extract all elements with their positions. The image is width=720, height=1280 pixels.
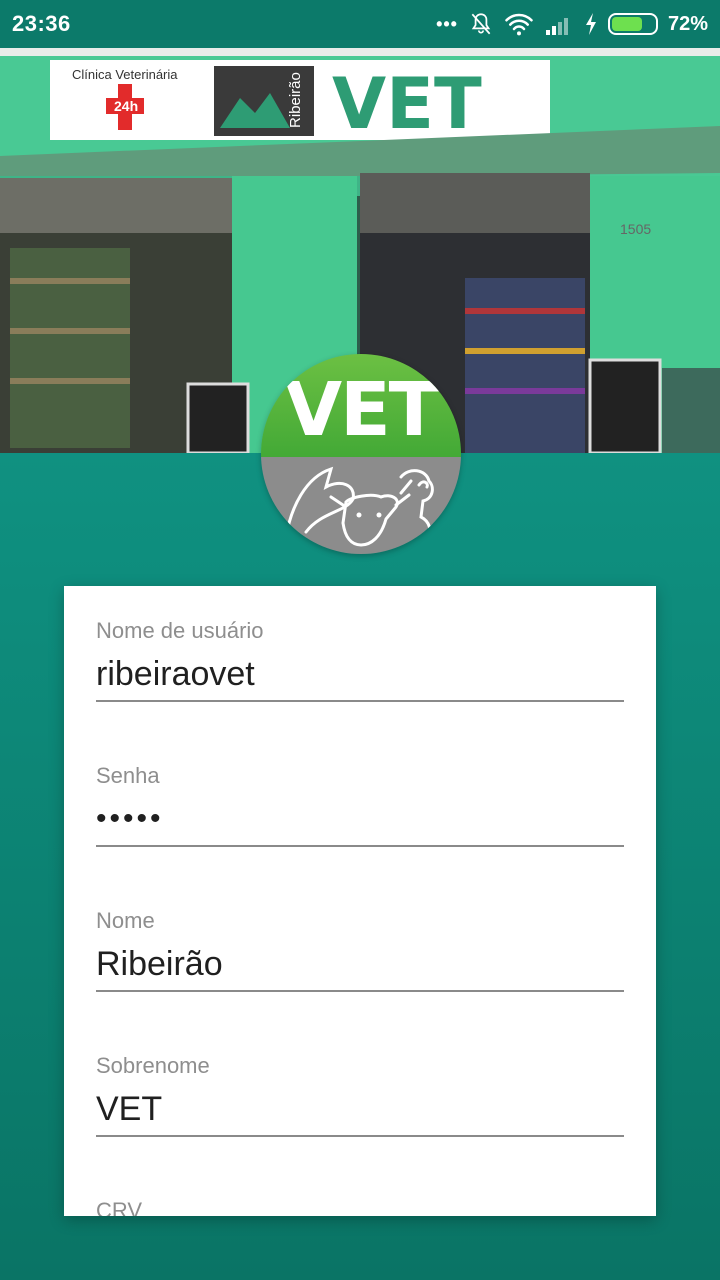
logo-text: VET [284, 366, 439, 453]
last-name-field[interactable]: Sobrenome VET [96, 1053, 624, 1137]
last-name-label: Sobrenome [96, 1053, 210, 1078]
username-label: Nome de usuário [96, 618, 264, 643]
status-time: 23:36 [12, 11, 71, 36]
register-form-card: Nome de usuário ribeiraovet Senha ••••• Nome… [64, 586, 656, 1216]
battery-percent: 72% [667, 12, 708, 35]
badge-24h: 24h [114, 98, 138, 114]
status-icons: ••• 72% [436, 11, 708, 37]
crv-label: CRV [96, 1198, 143, 1216]
username-underline [96, 700, 624, 702]
password-underline [96, 845, 624, 847]
battery-icon [607, 13, 658, 35]
first-name-input[interactable]: Ribeirão [96, 938, 624, 990]
wifi-icon [505, 13, 533, 36]
brand-small-text: Ribeirão [287, 72, 304, 128]
bell-off-icon [471, 13, 491, 35]
first-name-label: Nome [96, 908, 155, 933]
clinic-sign-text: Clínica Veterinária [72, 67, 178, 82]
street-number: 1505 [620, 221, 651, 237]
app-logo: VET [261, 354, 461, 554]
password-label: Senha [96, 763, 160, 788]
crv-field[interactable]: CRV [96, 1198, 624, 1216]
username-input[interactable]: ribeiraovet [96, 648, 624, 700]
animals-illustration [261, 457, 461, 554]
brand-big-text: VET [332, 63, 482, 145]
status-bar: 23:36 ••• 72% [0, 0, 720, 48]
password-input[interactable]: ••••• [96, 793, 624, 845]
last-name-input[interactable]: VET [96, 1083, 624, 1135]
charging-icon [585, 13, 596, 35]
username-field[interactable]: Nome de usuário ribeiraovet [96, 618, 624, 702]
signal-icon [545, 18, 568, 35]
password-field[interactable]: Senha ••••• [96, 763, 624, 847]
first-name-field[interactable]: Nome Ribeirão [96, 908, 624, 992]
more-dots-icon: ••• [436, 13, 458, 34]
first-name-underline [96, 990, 624, 992]
last-name-underline [96, 1135, 624, 1137]
